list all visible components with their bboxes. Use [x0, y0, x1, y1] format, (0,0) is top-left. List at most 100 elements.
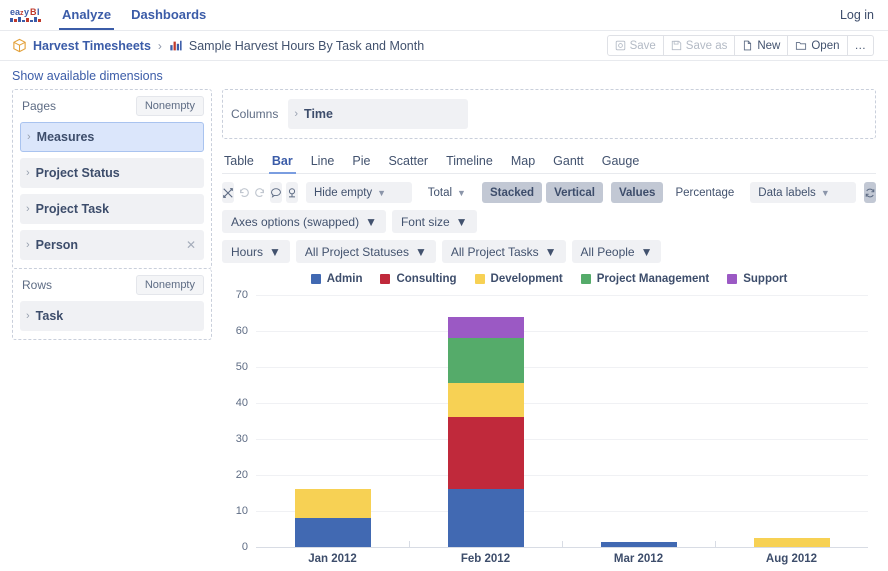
chart-toolbar: Hide empty ▼ Total ▼ Stacked Vertical Va… — [222, 182, 876, 203]
open-button[interactable]: Open — [788, 35, 847, 56]
pages-nonempty-toggle[interactable]: Nonempty — [136, 96, 204, 116]
dimension-label: Measures — [37, 130, 95, 144]
new-button[interactable]: New — [735, 35, 788, 56]
eazybi-logo[interactable]: ea z y B I — [10, 6, 48, 24]
filter-label: All Project Tasks — [451, 245, 539, 259]
show-available-dimensions-link[interactable]: Show available dimensions — [0, 61, 888, 89]
gridline — [256, 547, 868, 548]
vertical-toggle[interactable]: Vertical — [546, 182, 603, 203]
svg-text:B: B — [30, 7, 37, 17]
filter-project-statuses[interactable]: All Project Statuses ▼ — [296, 240, 436, 263]
folder-icon — [795, 40, 807, 51]
legend-item[interactable]: Project Management — [581, 273, 709, 285]
legend-item[interactable]: Support — [727, 273, 787, 285]
dimension-label: Task — [36, 309, 64, 323]
login-link[interactable]: Log in — [840, 8, 874, 22]
legend-swatch — [475, 274, 485, 284]
comment-icon[interactable] — [270, 182, 282, 203]
swap-axes-icon[interactable] — [222, 182, 234, 203]
report-builder-body: Pages Nonempty › Measures › Project Stat… — [0, 89, 888, 565]
hide-empty-dropdown[interactable]: Hide empty ▼ — [306, 182, 412, 203]
bar-segment[interactable] — [448, 383, 524, 417]
tab-scatter[interactable]: Scatter — [379, 155, 437, 174]
bookmark-icon[interactable] — [286, 182, 298, 203]
data-labels-label: Data labels — [758, 187, 816, 199]
nav-link-analyze[interactable]: Analyze — [62, 0, 111, 30]
bar-segment[interactable] — [448, 338, 524, 383]
filter-label: All People — [581, 245, 635, 259]
y-axis: 010203040506070 — [222, 295, 252, 547]
axes-options-dropdown[interactable]: Axes options (swapped) ▼ — [222, 210, 386, 233]
filter-project-tasks[interactable]: All Project Tasks ▼ — [442, 240, 566, 263]
legend-label: Support — [743, 273, 787, 285]
total-dropdown[interactable]: Total ▼ — [420, 182, 474, 203]
tab-timeline[interactable]: Timeline — [437, 155, 502, 174]
save-as-icon — [671, 40, 682, 51]
legend-item[interactable]: Admin — [311, 273, 363, 285]
x-axis-label: Jan 2012 — [256, 553, 409, 565]
filter-measure-hours[interactable]: Hours ▼ — [222, 240, 290, 263]
dimension-tile-task[interactable]: › Task — [20, 301, 204, 331]
axes-options-label: Axes options (swapped) — [231, 215, 359, 229]
stacked-bar[interactable] — [754, 538, 830, 547]
percentage-toggle[interactable]: Percentage — [667, 182, 742, 203]
dimension-tile-measures[interactable]: › Measures — [20, 122, 204, 152]
save-as-button[interactable]: Save as — [664, 35, 736, 56]
save-button[interactable]: Save — [607, 35, 664, 56]
y-axis-tick-label: 30 — [236, 433, 248, 445]
legend-item[interactable]: Development — [475, 273, 563, 285]
cube-icon — [12, 38, 27, 53]
tab-bar[interactable]: Bar — [263, 155, 302, 174]
dimension-tile-person[interactable]: › Person ✕ — [20, 230, 204, 260]
legend-label: Development — [491, 273, 563, 285]
chevron-down-icon: ▼ — [365, 215, 377, 229]
tab-gantt[interactable]: Gantt — [544, 155, 593, 174]
bar-column — [256, 295, 409, 547]
tab-line[interactable]: Line — [302, 155, 344, 174]
y-axis-tick-label: 40 — [236, 397, 248, 409]
svg-text:I: I — [37, 7, 40, 17]
dimension-label: Person — [36, 238, 78, 252]
bar-segment[interactable] — [295, 518, 371, 547]
dimension-tile-project-task[interactable]: › Project Task — [20, 194, 204, 224]
columns-section: Columns › Time — [222, 89, 876, 139]
more-options-button[interactable]: … — [848, 35, 875, 56]
pages-section: Pages Nonempty › Measures › Project Stat… — [12, 89, 212, 269]
rows-nonempty-toggle[interactable]: Nonempty — [136, 275, 204, 295]
bar-series-group — [256, 295, 868, 547]
font-size-dropdown[interactable]: Font size ▼ — [392, 210, 477, 233]
columns-title: Columns — [231, 107, 278, 121]
filter-people[interactable]: All People ▼ — [572, 240, 662, 263]
rows-header: Rows Nonempty — [20, 275, 204, 295]
dimension-tile-project-status[interactable]: › Project Status — [20, 158, 204, 188]
total-label: Total — [428, 187, 452, 199]
legend-swatch — [727, 274, 737, 284]
data-labels-dropdown[interactable]: Data labels ▼ — [750, 182, 856, 203]
remove-dimension-icon[interactable]: ✕ — [186, 238, 196, 252]
stacked-toggle[interactable]: Stacked — [482, 182, 542, 203]
tab-gauge[interactable]: Gauge — [593, 155, 649, 174]
stacked-bar[interactable] — [448, 317, 524, 547]
bar-segment[interactable] — [601, 542, 677, 547]
tab-pie[interactable]: Pie — [343, 155, 379, 174]
refresh-icon[interactable] — [864, 182, 876, 203]
bar-segment[interactable] — [448, 317, 524, 339]
tab-map[interactable]: Map — [502, 155, 544, 174]
legend-item[interactable]: Consulting — [380, 273, 456, 285]
undo-icon[interactable] — [238, 182, 250, 203]
stacked-bar[interactable] — [295, 489, 371, 547]
bar-segment[interactable] — [448, 417, 524, 489]
nav-link-dashboards[interactable]: Dashboards — [131, 0, 206, 30]
breadcrumb-source-link[interactable]: Harvest Timesheets — [33, 39, 151, 53]
redo-icon[interactable] — [254, 182, 266, 203]
chart-bars-layer — [256, 295, 868, 547]
save-button-label: Save — [630, 40, 656, 52]
dimension-tile-time[interactable]: › Time — [288, 99, 468, 129]
tab-table[interactable]: Table — [222, 155, 263, 174]
bar-segment[interactable] — [448, 489, 524, 547]
values-toggle[interactable]: Values — [611, 182, 663, 203]
bar-segment[interactable] — [295, 489, 371, 518]
bar-segment[interactable] — [754, 538, 830, 547]
hide-empty-label: Hide empty — [314, 187, 372, 199]
stacked-bar[interactable] — [601, 542, 677, 547]
